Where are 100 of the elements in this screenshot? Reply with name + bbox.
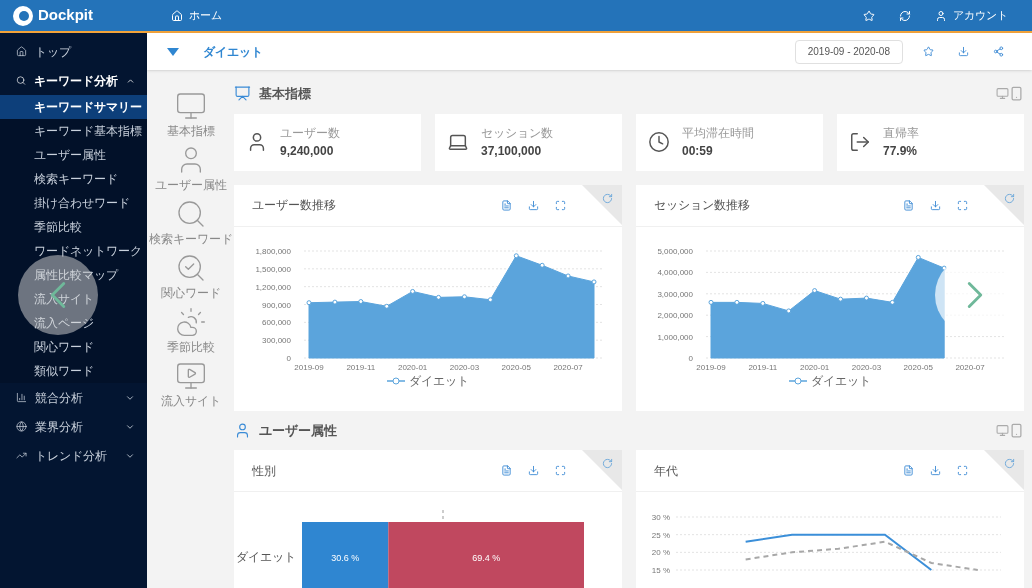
kpi-label: 平均滞在時間 [682,125,754,142]
document-icon[interactable] [903,199,914,211]
axis-label: 2020-05 [903,362,933,372]
data-point [384,303,390,309]
expand-icon[interactable] [555,465,566,476]
download-icon[interactable] [528,199,539,211]
sidebar-subitem[interactable]: 検索キーワード [0,167,147,191]
sidebar-item[interactable]: 競合分析 [0,383,147,412]
download-icon[interactable] [930,465,941,476]
account-link[interactable]: アカウント [953,7,1008,24]
dropdown-icon[interactable] [167,47,179,56]
data-point [487,296,493,302]
sidebar-item[interactable]: 業界分析 [0,412,147,441]
axis-label: 1,000,000 [657,332,693,342]
legend-marker-icon [387,376,405,385]
document-icon[interactable] [501,199,512,211]
home-link[interactable]: ホーム [189,7,222,24]
data-point [760,300,766,306]
corner-fold [984,184,1024,225]
expand-icon[interactable] [957,199,968,211]
axis-label: 4,000,000 [657,267,693,277]
sidebar-subitem[interactable]: 季節比較 [0,215,147,239]
data-point [915,254,921,260]
kpi-label: セッション数 [481,125,553,142]
axis-label: 25 % [651,530,670,540]
keyword-title: ダイエット [203,43,263,61]
logo-icon [12,4,34,27]
sidebar-subitem[interactable]: 関心ワード [0,335,147,359]
download-icon[interactable] [528,465,539,476]
download-icon[interactable] [930,199,941,211]
sidebar-item[interactable]: トレンド分析 [0,441,147,470]
axis-label: 0 [688,353,693,363]
sidebar-subitem[interactable]: 掛け合わせワード [0,191,147,215]
corner-fold [984,450,1024,490]
data-point [889,299,895,305]
data-point [734,299,740,305]
axis-label: 0 [286,353,291,363]
bar-value-label: 30.6 % [331,553,360,563]
axis-label: 2020-03 [851,362,882,372]
date-range-field[interactable]: 2019-09 - 2020-08 [794,39,903,64]
user-icon [935,9,947,22]
axis-label: 300,000 [262,335,291,345]
star-icon[interactable] [923,46,934,57]
axis-label: 3,000,000 [657,289,693,299]
data-point [436,294,442,300]
kpi-value: 00:59 [682,143,714,160]
refresh-icon[interactable] [899,9,911,22]
sidebar-item[interactable]: キーワード分析 [0,66,147,95]
data-point [863,295,869,301]
clock-icon [648,131,670,153]
section-title: 基本指標 [259,85,311,103]
sidebar-subitem[interactable]: 類似ワード [0,359,147,383]
sidebar-subitem[interactable]: キーワードサマリー [0,95,147,119]
axis-label: 1,200,000 [255,282,291,292]
phone-icon[interactable] [1009,86,1024,102]
axis-label: 2019-11 [748,362,778,372]
axis-label: 2019-09 [294,362,324,372]
sidebar-subitem[interactable]: キーワード基本指標 [0,119,147,143]
trend-icon [16,450,27,461]
search-icon [16,75,26,86]
sidebar-subitem[interactable]: ユーザー属性 [0,143,147,167]
chart-title: 性別 [252,462,277,480]
legend-label[interactable]: ダイエット [409,371,469,390]
document-icon[interactable] [501,465,512,476]
bar-value-label: 69.4 % [472,553,501,563]
data-point [565,272,571,278]
axis-label: 2020-07 [955,362,985,372]
globe-icon [16,421,27,432]
section-title: ユーザー属性 [259,421,337,440]
data-point [306,299,312,305]
weather-icon [174,306,207,338]
download-icon[interactable] [958,46,969,57]
user-icon [234,421,251,439]
axis-label: ダイエット [236,550,296,564]
data-point [358,298,364,304]
axis-label: 15 % [651,566,670,575]
expand-icon[interactable] [957,465,968,476]
legend-label[interactable]: ダイエット [811,371,871,390]
presentation-icon [234,85,251,103]
bar-chart-icon [16,392,27,403]
data-point [838,296,844,302]
home-icon [16,46,27,57]
desktop-icon[interactable] [996,87,1009,101]
phone-icon[interactable] [1009,422,1024,438]
axis-label: 5,000,000 [657,246,693,256]
data-point [786,307,792,313]
axis-label: 900,000 [262,300,291,309]
desktop-icon[interactable] [996,423,1009,437]
data-point [461,293,467,299]
share-icon[interactable] [993,46,1004,57]
expand-icon[interactable] [555,199,566,211]
axis-label: 2019-11 [346,362,376,372]
data-point [708,299,714,305]
sidebar-item[interactable]: トップ [0,37,147,66]
sidebar-subitem[interactable]: ワードネットワーク [0,239,147,263]
data-point [812,287,818,293]
corner-fold [582,184,622,225]
data-point [332,299,338,305]
axis-label: 2020-05 [501,362,531,372]
document-icon[interactable] [903,465,914,476]
